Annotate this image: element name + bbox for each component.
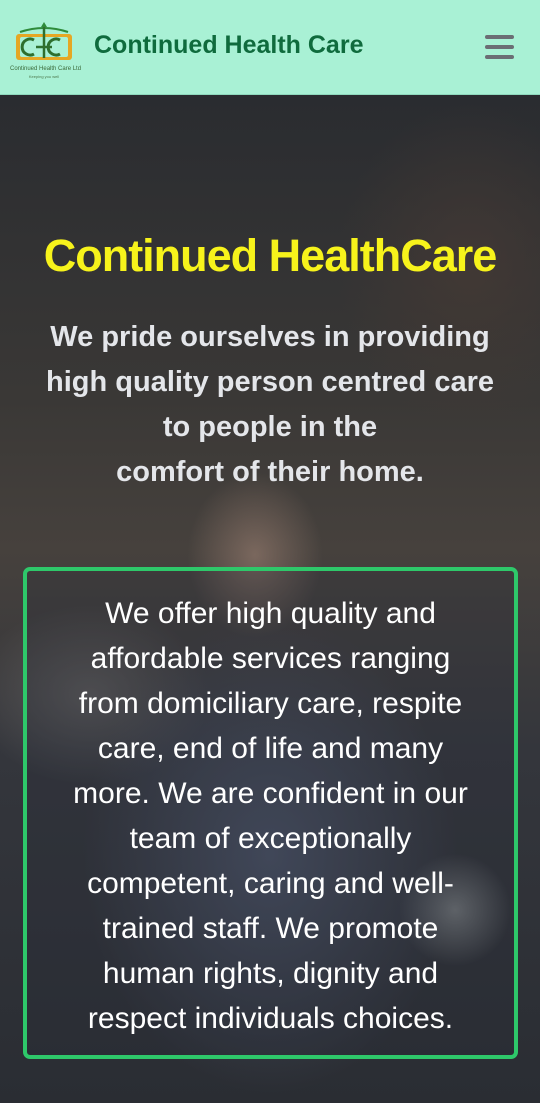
services-line: We offer high quality and [105, 597, 436, 630]
chc-logo-icon [16, 22, 72, 60]
menu-bar [485, 55, 514, 59]
hero-title: Continued HealthCare [43, 230, 498, 281]
hero-section: Continued HealthCare We pride ourselves … [0, 95, 540, 1103]
logo-tagline: Keeping you well [28, 74, 60, 79]
services-line: human rights, dignity and [102, 957, 439, 990]
hero-subtitle-line: comfort of their home. [116, 456, 424, 488]
hero-subtitle: We pride ourselves in providing high qua… [0, 315, 540, 495]
menu-bar [485, 45, 514, 49]
brand-name[interactable]: Continued Health Care [94, 31, 363, 60]
services-line: competent, caring and well- [87, 867, 454, 900]
services-line: team of exceptionally [129, 822, 412, 855]
hero-subtitle-line: to people in the [162, 411, 378, 443]
hamburger-menu-icon[interactable] [482, 33, 518, 63]
company-logo[interactable]: Continued Health Care Ltd Keeping you we… [10, 18, 82, 79]
services-line: care, end of life and many [97, 732, 444, 765]
services-line: respect individuals choices. [87, 1002, 454, 1035]
services-line: affordable services ranging [90, 642, 451, 675]
hero-subtitle-line: high quality person centred care [46, 366, 494, 398]
services-info-box: We offer high quality and affordable ser… [23, 567, 518, 1059]
services-description: We offer high quality and affordable ser… [27, 591, 514, 1041]
hero-subtitle-line: We pride ourselves in providing [50, 321, 490, 353]
logo-company-name: Continued Health Care Ltd [10, 66, 82, 72]
menu-bar [485, 35, 514, 39]
services-line: from domiciliary care, respite [78, 687, 463, 720]
site-header: Continued Health Care Ltd Keeping you we… [0, 0, 540, 95]
services-line: more. We are confident in our [73, 777, 468, 810]
services-line: trained staff. We promote [102, 912, 439, 945]
